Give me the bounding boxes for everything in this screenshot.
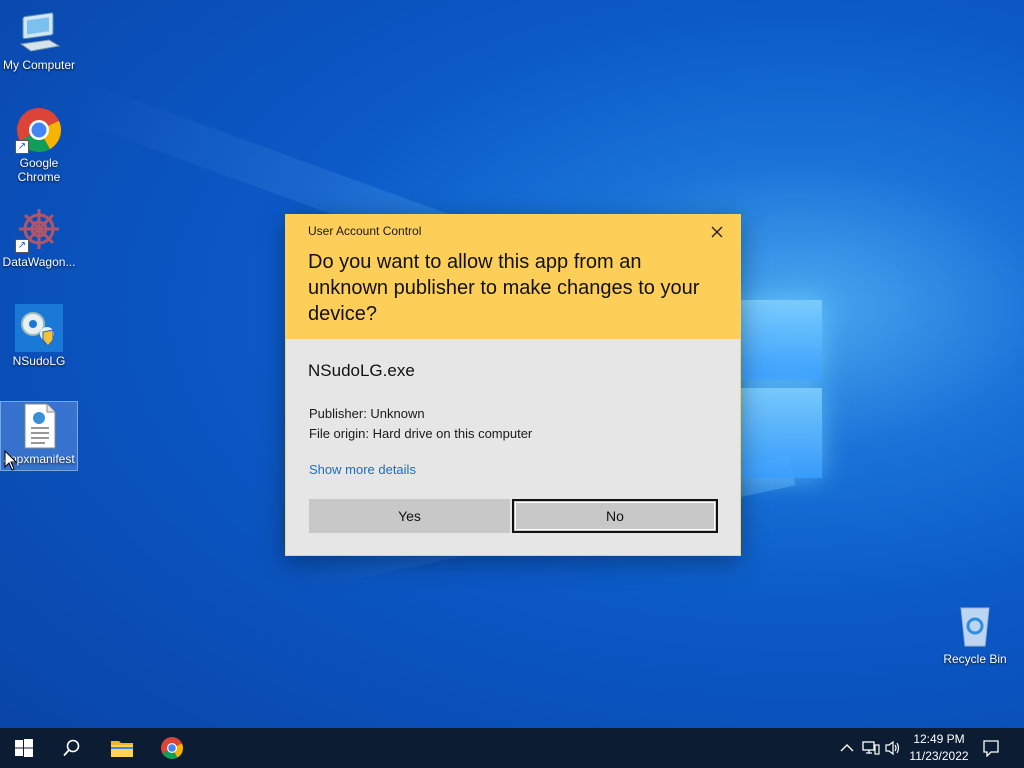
desktop-icon-label: My Computer [2,58,76,72]
desktop-icon-datawagon[interactable]: ↗ DataWagon... [1,205,77,269]
clock-time: 12:49 PM [913,732,965,746]
chrome-taskbar-button[interactable] [148,728,196,768]
close-icon[interactable] [706,221,728,243]
no-button[interactable]: No [512,499,718,533]
desktop-icon-label: NSudoLG [12,354,66,368]
desktop-icon-label: DataWagon... [2,255,76,269]
uac-title: User Account Control [308,224,422,238]
chrome-icon: ↗ [15,106,63,154]
chrome-icon [161,737,183,759]
volume-icon[interactable] [883,738,903,758]
taskbar: 12:49 PM 11/23/2022 [0,728,1024,768]
desktop-icon-google-chrome[interactable]: ↗ Google Chrome [1,106,77,184]
desktop-icon-recycle-bin[interactable]: Recycle Bin [937,602,1013,666]
file-explorer-button[interactable] [98,728,146,768]
clock-date: 11/23/2022 [909,749,969,763]
shortcut-arrow-icon: ↗ [15,239,29,253]
uac-details: Publisher: Unknown File origin: Hard dri… [309,404,532,444]
desktop-icon-nsudolg[interactable]: NSudoLG [1,304,77,368]
file-explorer-icon [111,741,133,757]
uac-file-origin: File origin: Hard drive on this computer [309,426,533,441]
desktop-icon-my-computer[interactable]: My Computer [1,8,77,72]
uac-app-name: NSudoLG.exe [308,361,415,380]
desktop-icon-label: Recycle Bin [943,652,1007,666]
chevron-up-icon[interactable] [837,738,857,758]
taskbar-clock[interactable]: 12:49 PM 11/23/2022 [904,731,974,765]
search-button[interactable] [48,728,96,768]
start-icon [15,739,33,757]
yes-button[interactable]: Yes [309,499,510,533]
notification-icon[interactable] [981,738,1001,758]
start-button[interactable] [0,728,48,768]
uac-publisher: Publisher: Unknown [309,406,425,421]
uac-dialog: User Account Control Do you want to allo… [285,214,741,556]
wallpaper-windows-logo [736,290,822,480]
mouse-cursor-icon [4,450,18,471]
desktop-icon-label: Google Chrome [17,156,61,184]
recycle-bin-icon [951,602,999,650]
uac-header: User Account Control Do you want to allo… [286,215,740,339]
uac-question: Do you want to allow this app from an un… [308,251,700,325]
network-icon[interactable] [861,738,881,758]
nsudo-gear-shield-icon [15,304,63,352]
xml-document-icon [15,402,63,450]
datawagon-icon: ↗ [15,205,63,253]
computer-icon [15,8,63,56]
shortcut-arrow-icon: ↗ [15,140,29,154]
search-icon [63,739,80,757]
show-more-details-link[interactable]: Show more details [309,462,416,477]
